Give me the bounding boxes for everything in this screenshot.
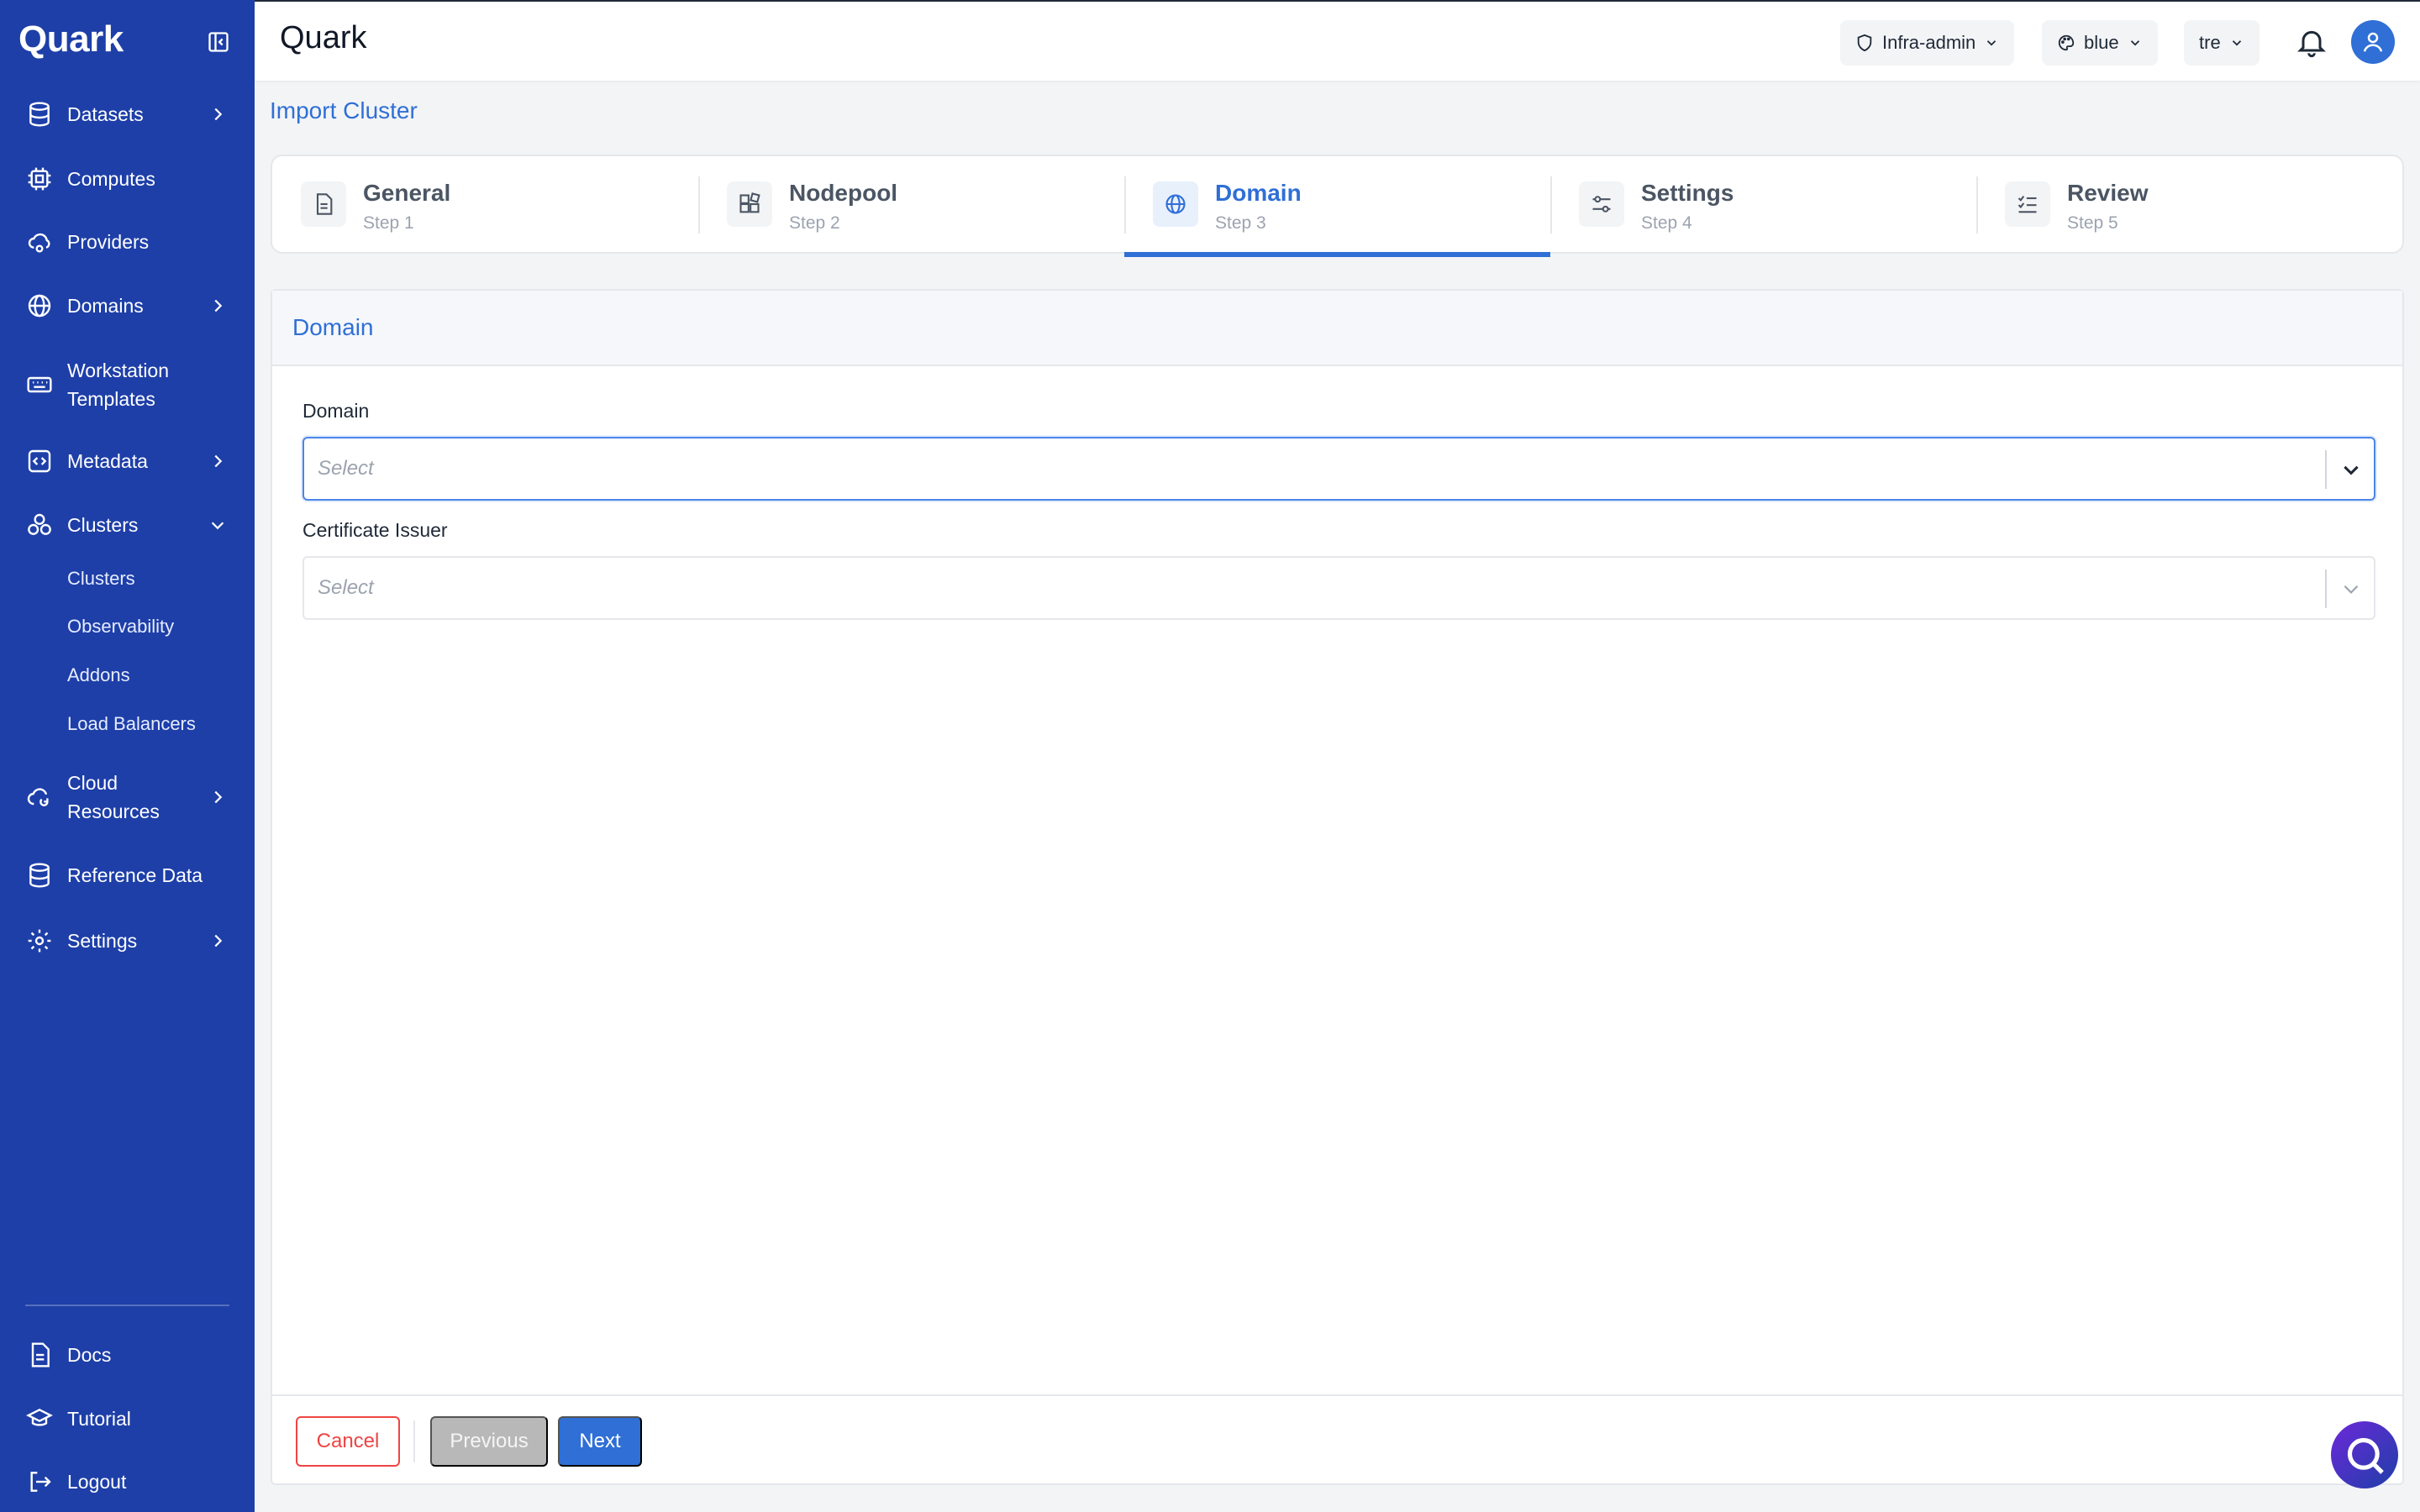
section-title: Domain <box>292 314 374 340</box>
chevron-right-icon <box>214 454 223 468</box>
step-general[interactable]: General Step 1 <box>272 156 698 255</box>
cloud-provider-icon <box>25 228 54 256</box>
cluster-icon <box>25 511 54 539</box>
palette-icon <box>2058 34 2075 51</box>
chevron-down-icon[interactable] <box>2340 459 2362 480</box>
domain-select[interactable]: Select <box>302 437 2375 501</box>
chevron-down-icon <box>211 522 224 530</box>
domain-label: Domain <box>302 400 370 422</box>
database-icon <box>25 100 54 129</box>
previous-button[interactable]: Previous <box>430 1416 548 1467</box>
role-selector[interactable]: Infra-admin <box>1840 20 2015 66</box>
checklist-icon <box>2005 181 2050 227</box>
logout-icon <box>25 1467 54 1496</box>
chevron-right-icon <box>214 934 223 948</box>
chat-q-icon <box>2347 1437 2384 1474</box>
user-icon <box>2363 32 2383 52</box>
chevron-right-icon <box>214 108 223 121</box>
chevron-down-icon <box>2130 40 2139 46</box>
shield-icon <box>1857 34 1872 52</box>
sidebar-item-reference-data[interactable]: Reference Data <box>0 861 255 890</box>
sidebar-item-metadata[interactable]: Metadata <box>0 447 255 475</box>
sidebar-subitem-load-balancers[interactable]: Load Balancers <box>67 713 196 735</box>
blocks-icon <box>727 181 772 227</box>
select-divider <box>2325 450 2327 489</box>
document-icon <box>25 1341 54 1369</box>
globe-icon <box>25 291 54 320</box>
sidebar-item-clusters[interactable]: Clusters <box>0 511 255 539</box>
code-file-icon <box>25 447 54 475</box>
sidebar-subitem-clusters[interactable]: Clusters <box>67 568 135 590</box>
sidebar-subitem-addons[interactable]: Addons <box>67 664 130 686</box>
database-icon <box>25 861 54 890</box>
sidebar: Quark Datasets Computes Providers Domain… <box>0 0 255 1512</box>
chevron-down-icon <box>1987 40 1996 46</box>
button-divider <box>413 1420 415 1462</box>
keyboard-icon <box>25 370 54 399</box>
chevron-right-icon <box>214 299 223 312</box>
sidebar-divider <box>25 1305 229 1306</box>
sidebar-item-datasets[interactable]: Datasets <box>0 100 255 129</box>
sidebar-item-tutorial[interactable]: Tutorial <box>0 1404 255 1433</box>
chevron-down-icon <box>2232 40 2241 46</box>
brand-logo: Quark <box>18 18 124 60</box>
step-review[interactable]: Review Step 5 <box>1976 156 2402 255</box>
step-domain[interactable]: Domain Step 3 <box>1124 156 1550 257</box>
sliders-icon <box>1579 181 1624 227</box>
domain-form-panel: Domain Domain Select Certificate Issuer … <box>271 289 2404 1485</box>
active-step-indicator <box>1124 252 1550 257</box>
sidebar-item-cloud-resources[interactable]: Cloud Resources <box>0 769 255 826</box>
top-header: Quark Infra-admin blue tre <box>255 0 2420 81</box>
next-button[interactable]: Next <box>558 1416 642 1467</box>
sidebar-item-settings[interactable]: Settings <box>0 927 255 955</box>
step-settings[interactable]: Settings Step 4 <box>1550 156 1976 255</box>
sidebar-item-computes[interactable]: Computes <box>0 165 255 193</box>
wizard-stepper: General Step 1 Nodepool Step 2 Domain St… <box>271 155 2404 257</box>
avatar[interactable] <box>2351 20 2395 64</box>
sidebar-subitem-observability[interactable]: Observability <box>67 616 174 638</box>
sidebar-item-docs[interactable]: Docs <box>0 1341 255 1369</box>
sidebar-item-workstation-templates[interactable]: Workstation Templates <box>0 356 255 413</box>
cancel-button[interactable]: Cancel <box>296 1416 400 1467</box>
chevron-right-icon <box>214 790 223 804</box>
globe-icon <box>1153 181 1198 227</box>
graduation-cap-icon <box>25 1404 54 1433</box>
collapse-sidebar-icon[interactable] <box>207 30 230 54</box>
cloud-sync-icon <box>25 783 54 811</box>
step-nodepool[interactable]: Nodepool Step 2 <box>698 156 1124 255</box>
app-title: Quark <box>280 20 367 55</box>
sidebar-item-domains[interactable]: Domains <box>0 291 255 320</box>
document-icon <box>301 181 346 227</box>
footer-divider <box>272 1394 2402 1396</box>
help-chat-button[interactable] <box>2331 1421 2398 1488</box>
chevron-down-icon[interactable] <box>2340 578 2362 600</box>
certificate-issuer-select[interactable]: Select <box>302 556 2375 620</box>
gear-icon <box>25 927 54 955</box>
cpu-icon <box>25 165 54 193</box>
certificate-issuer-label: Certificate Issuer <box>302 519 448 541</box>
panel-header: Domain <box>272 291 2402 366</box>
bell-icon[interactable] <box>2295 25 2328 59</box>
sidebar-item-providers[interactable]: Providers <box>0 228 255 256</box>
theme-selector[interactable]: blue <box>2042 20 2158 66</box>
select-divider <box>2325 570 2327 608</box>
tenant-selector[interactable]: tre <box>2184 20 2260 66</box>
breadcrumb[interactable]: Import Cluster <box>270 97 418 124</box>
sidebar-item-logout[interactable]: Logout <box>0 1467 255 1496</box>
